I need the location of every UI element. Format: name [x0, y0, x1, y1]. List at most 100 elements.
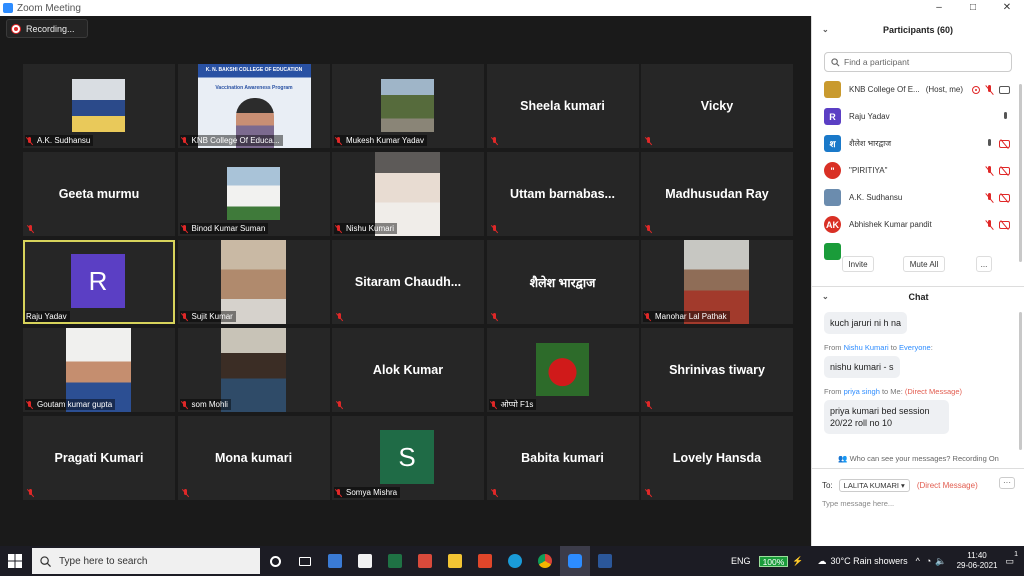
recipient-select[interactable]: LALITA KUMARI ▾: [838, 479, 910, 492]
participant-label: Raju Yadav: [25, 311, 70, 322]
participant-name: Sujit Kumar: [191, 312, 233, 321]
participant-tile[interactable]: Goutam kumar gupta: [23, 328, 175, 412]
participant-tile[interactable]: Sheela kumari: [486, 64, 639, 148]
participant-row[interactable]: AK Abhishek Kumar pandit: [812, 211, 1024, 238]
participant-tile[interactable]: A.K. Sudhansu: [23, 64, 175, 148]
recording-indicator[interactable]: Recording...: [6, 19, 88, 38]
participant-tile[interactable]: Mona kumari: [177, 416, 330, 500]
mic-muted-icon: [26, 136, 34, 145]
office-icon[interactable]: [470, 546, 500, 576]
recipient-name[interactable]: Everyone: [899, 343, 931, 352]
participant-tile[interactable]: som Mohli: [177, 328, 330, 412]
photos-app-icon[interactable]: [320, 546, 350, 576]
participant-tile[interactable]: Madhusudan Ray: [641, 152, 793, 236]
participant-name: Vicky: [700, 99, 734, 113]
clock[interactable]: 11:40 29-06-2021: [957, 551, 998, 571]
participant-tile[interactable]: शैलेश भारद्वाज: [486, 240, 639, 324]
weather-text[interactable]: 30°C Rain showers: [831, 556, 908, 566]
mic-muted-icon: [182, 489, 190, 497]
participant-label: Mukesh Kumar Yadav: [334, 135, 427, 146]
battery-indicator[interactable]: 100%: [758, 555, 789, 567]
mic-muted-icon: [336, 313, 344, 321]
participant-tile[interactable]: K. N. BAKSHI COLLEGE OF EDUCATION Vaccina…: [177, 64, 330, 148]
participant-tile[interactable]: Mukesh Kumar Yadav: [332, 64, 484, 148]
participant-tile[interactable]: Geeta murmu: [23, 152, 175, 236]
notification-count: 1: [1014, 550, 1018, 558]
participant-tile[interactable]: ओप्पो F1s: [486, 328, 639, 412]
mute-all-button[interactable]: Mute All: [903, 256, 945, 272]
chat-scrollbar[interactable]: [1019, 312, 1022, 450]
chevron-down-icon[interactable]: ⌄: [822, 25, 829, 34]
excel-icon[interactable]: [380, 546, 410, 576]
participant-tile[interactable]: R Raju Yadav: [23, 240, 175, 324]
participant-tile[interactable]: Sujit Kumar: [177, 240, 330, 324]
participant-tile[interactable]: Lovely Hansda: [641, 416, 793, 500]
recording-label: Recording...: [26, 23, 75, 34]
chevron-up-icon[interactable]: ^: [916, 556, 920, 566]
file-explorer-icon[interactable]: [440, 546, 470, 576]
sender-name[interactable]: Nishu Kumari: [844, 343, 889, 352]
task-view-icon[interactable]: [290, 546, 320, 576]
cortana-icon[interactable]: [260, 546, 290, 576]
chrome-icon[interactable]: [530, 546, 560, 576]
banner-title: K. N. BAKSHI COLLEGE OF EDUCATION: [205, 67, 303, 73]
search-icon: [831, 57, 840, 66]
mic-muted-icon: [181, 224, 189, 233]
participant-tile[interactable]: Manohar Lal Pathak: [641, 240, 793, 324]
participant-tile[interactable]: Sitaram Chaudh...: [332, 240, 484, 324]
participant-row[interactable]: KNB College Of E... (Host, me): [812, 76, 1024, 103]
chevron-down-icon[interactable]: ⌄: [822, 292, 829, 301]
participant-search-input[interactable]: Find a participant: [824, 52, 1012, 72]
taskbar-search-input[interactable]: Type here to search: [32, 548, 260, 574]
language-indicator[interactable]: ENG: [731, 556, 751, 566]
participant-row[interactable]: श शैलेश भारद्वाज: [812, 130, 1024, 157]
participant-tile[interactable]: Binod Kumar Suman: [177, 152, 330, 236]
mic-muted-icon: [645, 401, 653, 409]
participant-row[interactable]: " "PIRITIYA": [812, 157, 1024, 184]
participants-scrollbar[interactable]: [1019, 84, 1022, 262]
invite-button[interactable]: Invite: [842, 256, 874, 272]
participant-label: Manohar Lal Pathak: [643, 311, 730, 322]
start-button[interactable]: [0, 546, 30, 576]
more-button[interactable]: ...: [976, 256, 992, 272]
participant-list: KNB College Of E... (Host, me) R Raju Yadav…: [812, 76, 1024, 265]
participant-tile[interactable]: Alok Kumar: [332, 328, 484, 412]
maximize-button[interactable]: □: [956, 0, 990, 16]
participant-tile[interactable]: Vicky: [641, 64, 793, 148]
participant-tile[interactable]: Babita kumari: [486, 416, 639, 500]
participant-tile[interactable]: S Somya Mishra: [332, 416, 484, 500]
participant-name: Uttam barnabas...: [510, 187, 615, 201]
participant-name: शैलेश भारद्वाज: [529, 275, 596, 290]
participant-name: KNB College Of Educa...: [191, 136, 280, 145]
close-button[interactable]: ✕: [990, 0, 1024, 16]
camera-app-icon[interactable]: [410, 546, 440, 576]
participant-tile[interactable]: Nishu Kumari: [332, 152, 484, 236]
minimize-button[interactable]: –: [922, 0, 956, 16]
participant-name: Mona kumari: [214, 451, 293, 465]
participant-tile[interactable]: Uttam barnabas...: [486, 152, 639, 236]
participant-tile[interactable]: Shrinivas tiwary: [641, 328, 793, 412]
volume-icon[interactable]: 🔈: [935, 556, 946, 567]
network-icon[interactable]: ◔: [926, 556, 931, 566]
record-dot-icon: [12, 24, 20, 33]
participant-row[interactable]: R Raju Yadav: [812, 103, 1024, 130]
participant-avatar: ": [824, 162, 841, 179]
mic-muted-icon: [644, 312, 652, 321]
zoom-app-icon[interactable]: [560, 546, 590, 576]
edge-icon[interactable]: [500, 546, 530, 576]
notification-icon[interactable]: ▭ 1: [1005, 551, 1018, 567]
participant-name: Manohar Lal Pathak: [655, 312, 727, 321]
store-icon[interactable]: [350, 546, 380, 576]
chat-message: kuch jaruri ni h na: [824, 312, 1014, 334]
message-text: nishu kumari - s: [824, 356, 900, 378]
word-icon[interactable]: [590, 546, 620, 576]
sender-name[interactable]: priya singh: [844, 387, 880, 396]
participant-tile[interactable]: Pragati Kumari: [23, 416, 175, 500]
participant-name: Abhishek Kumar pandit: [849, 220, 932, 229]
participant-name: Lovely Hansda: [672, 451, 762, 465]
chat-input[interactable]: Type message here...: [822, 499, 894, 508]
chat-visibility-notice[interactable]: 👥 Who can see your messages? Recording O…: [812, 454, 1024, 463]
chat-more-button[interactable]: ···: [999, 477, 1015, 489]
participant-row[interactable]: A.K. Sudhansu: [812, 184, 1024, 211]
participant-name: "PIRITIYA": [849, 166, 888, 175]
